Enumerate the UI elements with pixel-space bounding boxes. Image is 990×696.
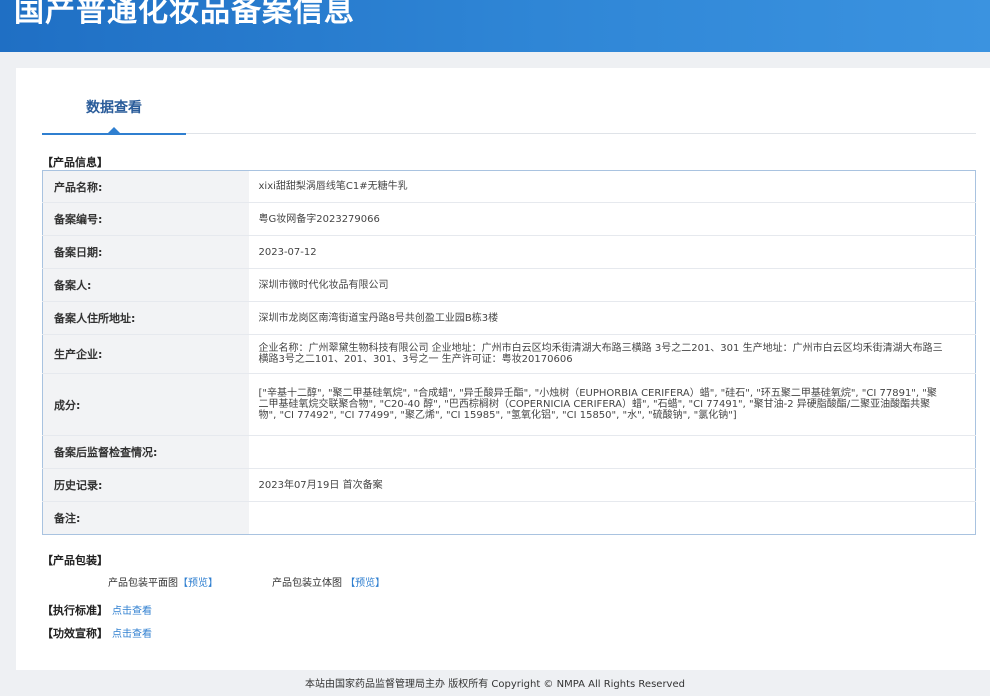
page-title: 国产普通化妆品备案信息 — [14, 0, 355, 29]
package-flat-preview-link[interactable]: 【预览】 — [178, 578, 218, 589]
efficacy-label: 【功效宣称】 — [42, 627, 108, 640]
row-value: 深圳市微时代化妆品有限公司 — [248, 268, 976, 302]
row-value: xixi甜甜梨涡唇线笔C1#无糖牛乳 — [248, 170, 976, 203]
efficacy-row: 【功效宣称】 点击查看 — [42, 625, 152, 641]
table-row: 备案日期: 2023-07-12 — [42, 235, 976, 269]
row-label: 成分: — [42, 373, 249, 436]
tab-data-view[interactable]: 数据查看 — [42, 68, 186, 135]
tab-bar: 数据查看 — [42, 68, 976, 135]
packaging-section-title: 【产品包装】 — [42, 554, 108, 567]
row-value — [249, 502, 976, 535]
row-label: 生产企业: — [42, 334, 249, 374]
row-value: 企业名称：广州翠黛生物科技有限公司 企业地址：广州市白云区均禾街清湖大布路三横路… — [248, 334, 976, 374]
row-value: 2023-07-12 — [248, 235, 976, 269]
efficacy-view-link[interactable]: 点击查看 — [112, 629, 152, 640]
page-footer: 本站由国家药品监督管理局主办 版权所有 Copyright © NMPA All… — [305, 679, 685, 690]
package-flat-label: 产品包装平面图 — [108, 578, 178, 589]
table-row: 生产企业: 企业名称：广州翠黛生物科技有限公司 企业地址：广州市白云区均禾街清湖… — [42, 334, 976, 374]
standard-row: 【执行标准】 点击查看 — [42, 602, 152, 618]
page-header: 国产普通化妆品备案信息 — [0, 0, 990, 52]
row-label: 备案编号: — [42, 202, 249, 236]
standard-view-link[interactable]: 点击查看 — [112, 606, 152, 617]
row-label: 备案日期: — [42, 235, 249, 269]
table-row: 备案人: 深圳市微时代化妆品有限公司 — [42, 268, 976, 302]
row-value: 2023年07月19日 首次备案 — [248, 468, 976, 502]
row-value: 粤G妆网备字2023279066 — [248, 202, 976, 236]
table-row: 备案后监督检查情况: — [42, 435, 976, 469]
tab-label: 数据查看 — [86, 100, 142, 116]
product-info-table: 产品名称: xixi甜甜梨涡唇线笔C1#无糖牛乳 备案编号: 粤G妆网备字202… — [42, 170, 976, 535]
table-row: 成分: ["辛基十二醇", "聚二甲基硅氧烷", "合成蜡", "异壬酸异壬酯"… — [42, 373, 976, 436]
row-value: 深圳市龙岗区南湾街道宝丹路8号共创盈工业园B栋3楼 — [248, 301, 976, 335]
package-solid-item: 产品包装立体图 【预览】 — [272, 574, 385, 589]
row-label: 备案人: — [42, 268, 249, 302]
table-row: 备案人住所地址: 深圳市龙岗区南湾街道宝丹路8号共创盈工业园B栋3楼 — [42, 301, 976, 335]
row-label: 备注: — [42, 501, 249, 535]
row-label: 备案人住所地址: — [42, 301, 249, 335]
row-label: 历史记录: — [42, 468, 249, 502]
table-row: 历史记录: 2023年07月19日 首次备案 — [42, 468, 976, 502]
content-card: 数据查看 【产品信息】 产品名称: xixi甜甜梨涡唇线笔C1#无糖牛乳 备案编… — [16, 68, 990, 670]
package-solid-preview-link[interactable]: 【预览】 — [345, 578, 385, 589]
table-row: 备案编号: 粤G妆网备字2023279066 — [42, 202, 976, 236]
product-info-section-title: 【产品信息】 — [42, 156, 108, 169]
package-solid-label: 产品包装立体图 — [272, 578, 342, 589]
standard-label: 【执行标准】 — [42, 604, 108, 617]
package-flat-item: 产品包装平面图【预览】 — [108, 574, 218, 589]
table-row: 产品名称: xixi甜甜梨涡唇线笔C1#无糖牛乳 — [42, 170, 976, 203]
row-value — [248, 435, 976, 469]
tab-caret-icon — [108, 127, 120, 133]
table-row: 备注: — [42, 501, 976, 535]
row-label: 备案后监督检查情况: — [42, 435, 249, 469]
row-label: 产品名称: — [42, 170, 249, 203]
row-value: ["辛基十二醇", "聚二甲基硅氧烷", "合成蜡", "异壬酸异壬酯", "小… — [248, 373, 976, 436]
